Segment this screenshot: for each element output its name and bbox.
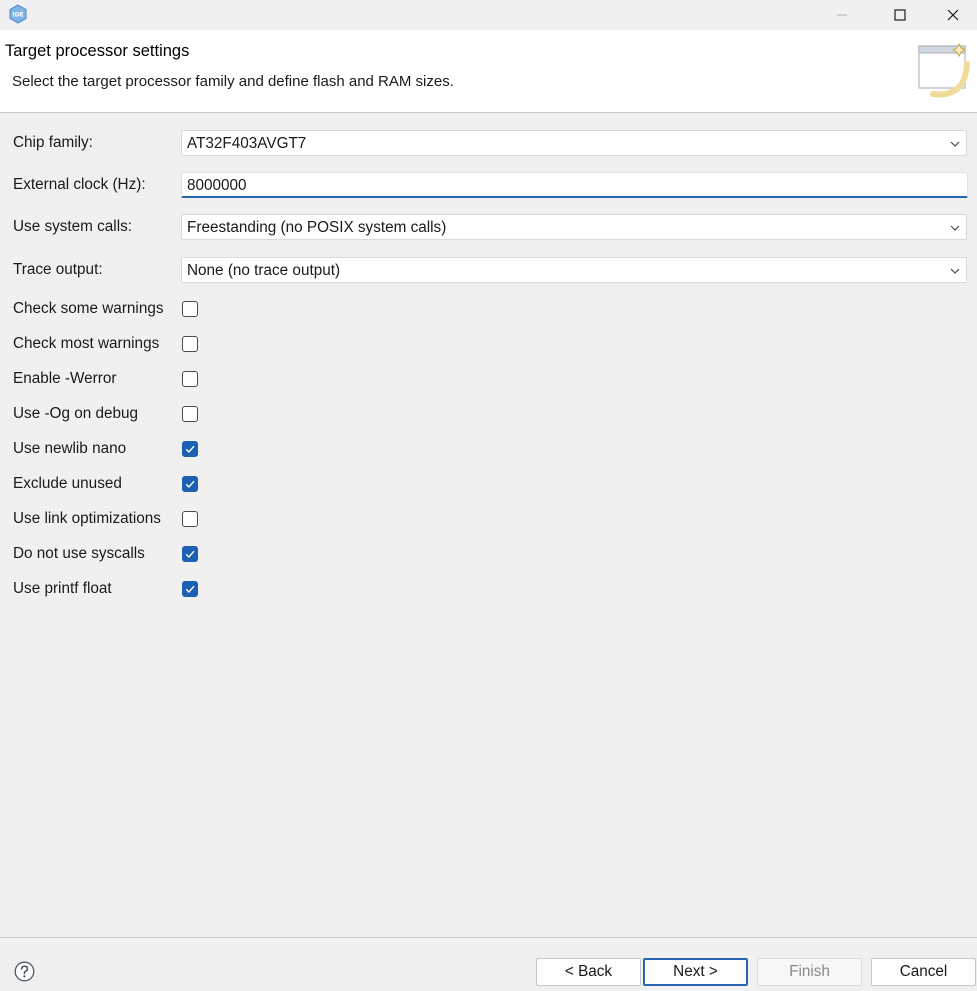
chevron-down-icon: [950, 268, 960, 274]
back-button[interactable]: < Back: [536, 958, 641, 986]
close-button[interactable]: [929, 0, 977, 30]
check-most-warnings-checkbox[interactable]: [182, 336, 198, 352]
check-some-warnings-label: Check some warnings: [13, 300, 164, 317]
wizard-banner-icon: [913, 40, 977, 100]
help-icon: [14, 961, 35, 982]
maximize-button[interactable]: [871, 0, 929, 30]
use-link-optimizations-label: Use link optimizations: [13, 510, 161, 527]
chevron-down-icon: [950, 225, 960, 231]
system-calls-value: Freestanding (no POSIX system calls): [187, 219, 447, 236]
use-printf-float-checkbox[interactable]: [182, 581, 198, 597]
check-most-warnings-label: Check most warnings: [13, 335, 160, 352]
minimize-icon: [837, 14, 847, 16]
minimize-button[interactable]: [813, 0, 871, 30]
system-calls-select[interactable]: Freestanding (no POSIX system calls): [181, 214, 967, 240]
exclude-unused-label: Exclude unused: [13, 475, 122, 492]
page-description: Select the target processor family and d…: [12, 73, 454, 90]
external-clock-field[interactable]: 8000000: [181, 172, 968, 198]
do-not-use-syscalls-checkbox[interactable]: [182, 546, 198, 562]
checkmark-icon: [185, 445, 195, 454]
cancel-button[interactable]: Cancel: [871, 958, 976, 986]
do-not-use-syscalls-label: Do not use syscalls: [13, 545, 145, 562]
external-clock-label: External clock (Hz):: [13, 176, 146, 193]
close-icon: [947, 9, 959, 21]
chevron-down-icon: [950, 141, 960, 147]
maximize-icon: [894, 9, 906, 21]
svg-text:IDE: IDE: [12, 12, 23, 19]
ide-icon: IDE: [8, 4, 28, 24]
use-printf-float-label: Use printf float: [13, 580, 112, 597]
trace-output-select[interactable]: None (no trace output): [181, 257, 967, 283]
checkmark-icon: [185, 585, 195, 594]
chip-family-label: Chip family:: [13, 134, 93, 151]
chip-family-value: AT32F403AVGT7: [187, 135, 307, 152]
system-calls-label: Use system calls:: [13, 218, 132, 235]
use-og-on-debug-checkbox[interactable]: [182, 406, 198, 422]
enable-werror-checkbox[interactable]: [182, 371, 198, 387]
chip-family-select[interactable]: AT32F403AVGT7: [181, 130, 967, 156]
next-button[interactable]: Next >: [643, 958, 748, 986]
enable-werror-label: Enable -Werror: [13, 370, 117, 387]
checkmark-icon: [185, 550, 195, 559]
help-button[interactable]: [14, 961, 35, 982]
check-some-warnings-checkbox[interactable]: [182, 301, 198, 317]
exclude-unused-checkbox[interactable]: [182, 476, 198, 492]
footer-divider: [0, 937, 977, 938]
use-link-optimizations-checkbox[interactable]: [182, 511, 198, 527]
external-clock-value: 8000000: [187, 177, 247, 194]
trace-output-value: None (no trace output): [187, 262, 341, 279]
wizard-header: Target processor settings Select the tar…: [0, 30, 977, 113]
use-og-on-debug-label: Use -Og on debug: [13, 405, 139, 422]
checkmark-icon: [185, 480, 195, 489]
trace-output-label: Trace output:: [13, 261, 103, 278]
page-title: Target processor settings: [5, 42, 190, 60]
finish-button[interactable]: Finish: [757, 958, 862, 986]
title-bar: IDE: [0, 0, 977, 30]
use-newlib-nano-label: Use newlib nano: [13, 440, 127, 457]
use-newlib-nano-checkbox[interactable]: [182, 441, 198, 457]
